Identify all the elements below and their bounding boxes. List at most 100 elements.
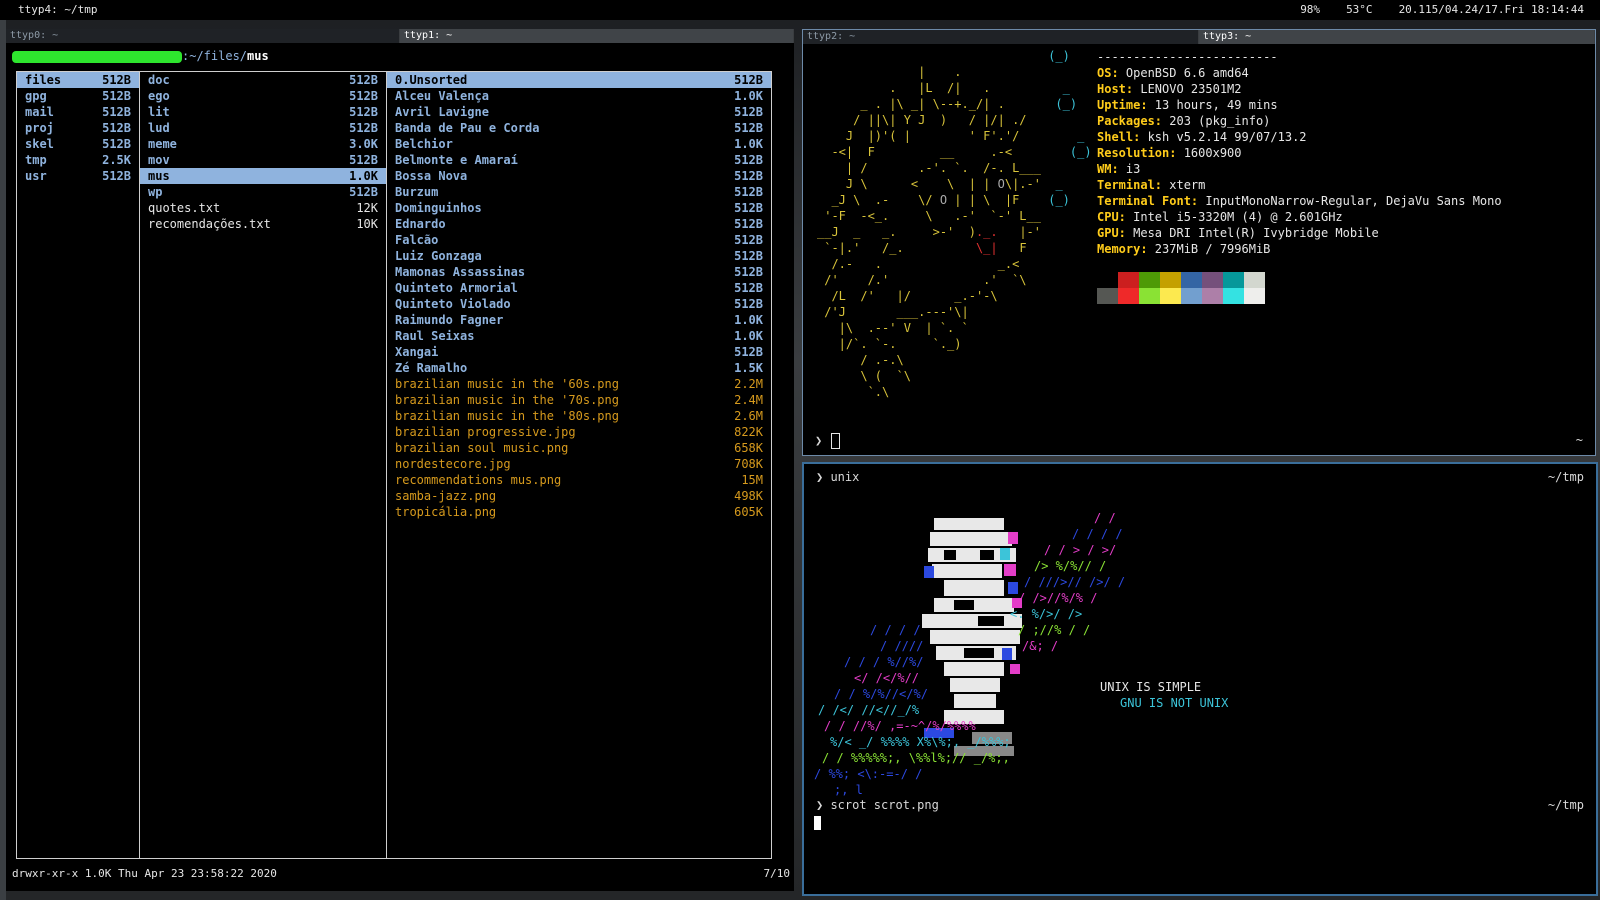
directory-entry[interactable]: lud 512B — [140, 120, 386, 136]
directory-entry[interactable]: meme 3.0K — [140, 136, 386, 152]
palette-swatch — [1160, 272, 1181, 288]
prompt-cwd-2: ~/tmp — [1547, 798, 1584, 812]
shell-prompt[interactable]: ❯ — [815, 433, 841, 449]
file-entry[interactable]: brazilian music in the '60s.png 2.2M — [387, 376, 771, 392]
ranger-parent-column[interactable]: files 512B gpg 512B mail 512B proj 512B skel 512B… — [16, 71, 140, 859]
tab-bar-right: ttyp2: ~ ttyp3: ~ — [803, 30, 1595, 44]
unix-terminal-window[interactable]: ❯ unix ~/tmp / / / / / / / / > / >/ /> %… — [802, 462, 1598, 896]
file-entry[interactable]: recomendações.txt 10K — [140, 216, 386, 232]
directory-entry[interactable]: Xangai 512B — [387, 344, 771, 360]
entry-name: Banda de Pau e Corda — [395, 121, 540, 135]
entry-name: brazilian music in the '70s.png — [395, 393, 619, 407]
directory-entry[interactable]: Bossa Nova 512B — [387, 168, 771, 184]
svg-text:/&; /: /&; / — [1022, 639, 1058, 653]
palette-swatch — [1118, 288, 1139, 304]
directory-entry[interactable]: mov 512B — [140, 152, 386, 168]
entry-name: mus — [148, 169, 170, 183]
entry-name: mail — [25, 105, 54, 119]
directory-entry[interactable]: Quinteto Violado 512B — [387, 296, 771, 312]
palette-swatch — [1202, 288, 1223, 304]
file-entry[interactable]: nordestecore.jpg 708K — [387, 456, 771, 472]
file-entry[interactable]: brazilian music in the '80s.png 2.6M — [387, 408, 771, 424]
directory-entry[interactable]: lit 512B — [140, 104, 386, 120]
directory-entry[interactable]: 0.Unsorted 512B — [387, 72, 771, 88]
ranger-preview-column[interactable]: 0.Unsorted 512B Alceu Valença 1.0K Avril Lav… — [386, 71, 772, 859]
system-info: ------------------------- OS: OpenBSD 6.… — [1097, 49, 1502, 257]
file-entry[interactable]: samba-jazz.png 498K — [387, 488, 771, 504]
info-line: Terminal Font: InputMonoNarrow-Regular, … — [1097, 193, 1502, 209]
svg-text:/ /: / / — [1094, 511, 1116, 525]
directory-entry[interactable]: mus 1.0K — [140, 168, 386, 184]
ranger-current-column[interactable]: doc 512B ego 512B lit 512B lud 512B meme 3.0K mov 5… — [139, 71, 387, 859]
openbsd-puffy-ascii-art: (_) | . . |L /| . _ _ . |\ _| \--+._/| .… — [817, 49, 1092, 399]
directory-entry[interactable]: Burzum 512B — [387, 184, 771, 200]
info-line: Memory: 237MiB / 7996MiB — [1097, 241, 1502, 257]
entry-size: 512B — [102, 169, 131, 183]
directory-entry[interactable]: Falcão 512B — [387, 232, 771, 248]
entry-size: 512B — [734, 169, 763, 183]
directory-entry[interactable]: proj 512B — [17, 120, 139, 136]
battery-indicator: 98% — [1300, 3, 1321, 16]
entry-name: gpg — [25, 89, 47, 103]
file-entry[interactable]: quotes.txt 12K — [140, 200, 386, 216]
info-key: Terminal Font: — [1097, 194, 1199, 208]
entry-size: 512B — [734, 265, 763, 279]
directory-entry[interactable]: gpg 512B — [17, 88, 139, 104]
directory-entry[interactable]: Luiz Gonzaga 512B — [387, 248, 771, 264]
file-entry[interactable]: brazilian soul music.png 658K — [387, 440, 771, 456]
entry-size: 1.0K — [734, 89, 763, 103]
directory-entry[interactable]: wp 512B — [140, 184, 386, 200]
entry-name: ego — [148, 89, 170, 103]
directory-entry[interactable]: tmp 2.5K — [17, 152, 139, 168]
file-entry[interactable]: brazilian progressive.jpg 822K — [387, 424, 771, 440]
directory-entry[interactable]: doc 512B — [140, 72, 386, 88]
info-line: Resolution: 1600x900 — [1097, 145, 1502, 161]
palette-swatch — [1139, 272, 1160, 288]
file-entry[interactable]: recommendations mus.png 15M — [387, 472, 771, 488]
directory-entry[interactable]: Raul Seixas 1.0K — [387, 328, 771, 344]
directory-entry[interactable]: Banda de Pau e Corda 512B — [387, 120, 771, 136]
prompt-symbol: ❯ — [815, 433, 823, 448]
entry-size: 1.0K — [734, 137, 763, 151]
directory-entry[interactable]: Ednardo 512B — [387, 216, 771, 232]
directory-entry[interactable]: usr 512B — [17, 168, 139, 184]
tab-ttyp2[interactable]: ttyp2: ~ — [803, 30, 1199, 44]
entry-name: meme — [148, 137, 177, 151]
clock: 20.115/04.24/17.Fri 18:14:44 — [1398, 3, 1584, 16]
info-key: WM: — [1097, 162, 1119, 176]
entry-name: mov — [148, 153, 170, 167]
directory-entry[interactable]: Raimundo Fagner 1.0K — [387, 312, 771, 328]
entry-size: 512B — [349, 89, 378, 103]
entry-size: 512B — [102, 105, 131, 119]
info-key: GPU: — [1097, 226, 1126, 240]
directory-entry[interactable]: mail 512B — [17, 104, 139, 120]
directory-entry[interactable]: Dominguinhos 512B — [387, 200, 771, 216]
directory-entry[interactable]: Avril Lavigne 512B — [387, 104, 771, 120]
entry-name: tmp — [25, 153, 47, 167]
directory-entry[interactable]: skel 512B — [17, 136, 139, 152]
entry-size: 2.6M — [734, 409, 763, 423]
neofetch-terminal-window[interactable]: ttyp2: ~ ttyp3: ~ (_) | . . |L /| . _ _ … — [802, 29, 1596, 456]
entry-size: 512B — [734, 185, 763, 199]
tab-ttyp3[interactable]: ttyp3: ~ — [1199, 30, 1595, 44]
tab-ttyp1[interactable]: ttyp1: ~ — [400, 29, 794, 43]
directory-entry[interactable]: Quinteto Armorial 512B — [387, 280, 771, 296]
palette-swatch — [1097, 288, 1118, 304]
file-entry[interactable]: brazilian music in the '70s.png 2.4M — [387, 392, 771, 408]
info-key: Memory: — [1097, 242, 1148, 256]
entry-size: 10K — [356, 217, 378, 231]
file-entry[interactable]: tropicália.png 605K — [387, 504, 771, 520]
path-prefix: :~/files/ — [182, 49, 248, 63]
directory-entry[interactable]: Belmonte e Amaraí 512B — [387, 152, 771, 168]
directory-entry[interactable]: Mamonas Assassinas 512B — [387, 264, 771, 280]
entry-name: Luiz Gonzaga — [395, 249, 482, 263]
ranger-terminal-window[interactable]: ttyp0: ~ ttyp1: ~ :~/files/mus files 512B… — [6, 29, 794, 891]
svg-text:%/< _/ %%%% X%\%;, _/%%%;: %/< _/ %%%% X%\%;, _/%%%; — [830, 735, 1011, 749]
directory-entry[interactable]: Alceu Valença 1.0K — [387, 88, 771, 104]
gnu-is-not-unix-text: GNU IS NOT UNIX — [1120, 696, 1229, 710]
directory-entry[interactable]: Zé Ramalho 1.5K — [387, 360, 771, 376]
directory-entry[interactable]: Belchior 1.0K — [387, 136, 771, 152]
directory-entry[interactable]: files 512B — [17, 72, 139, 88]
directory-entry[interactable]: ego 512B — [140, 88, 386, 104]
tab-ttyp0[interactable]: ttyp0: ~ — [6, 29, 400, 43]
